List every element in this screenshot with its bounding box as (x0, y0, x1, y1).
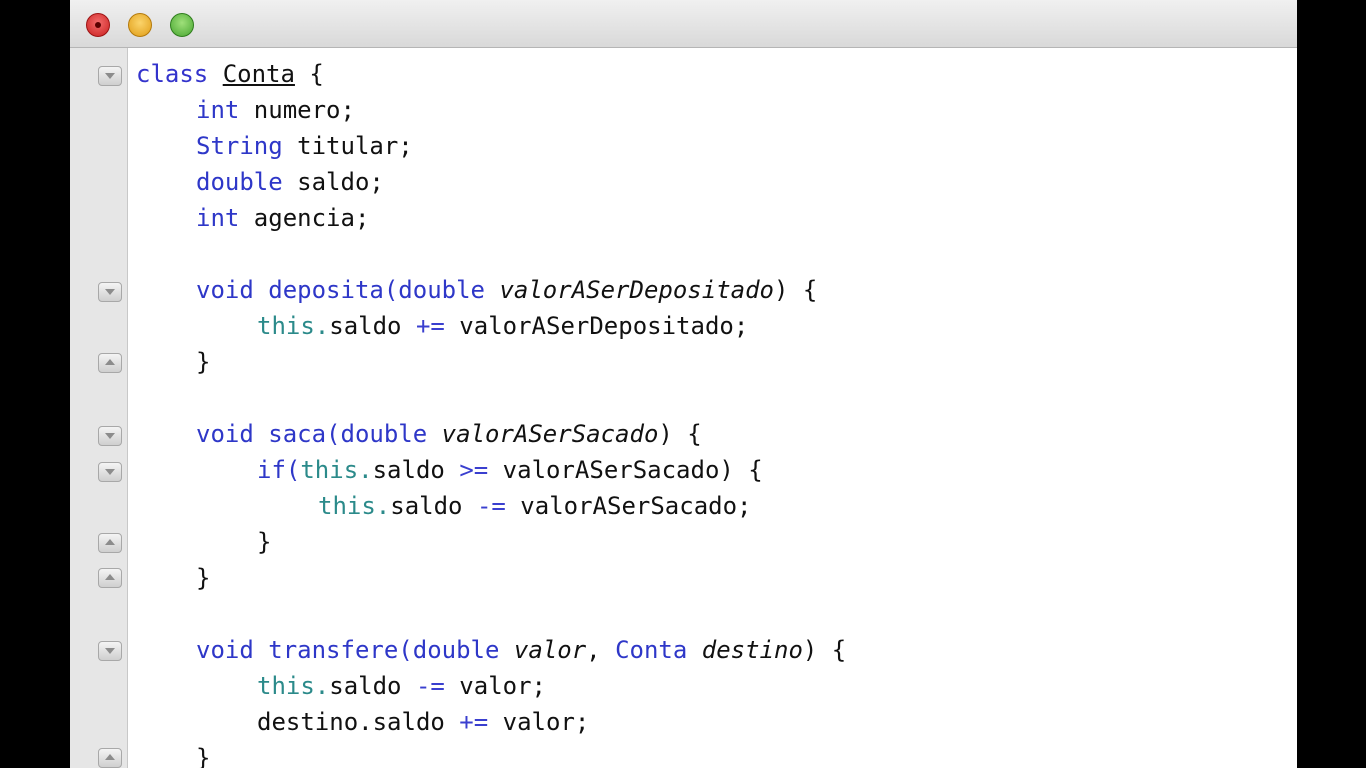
code-line: double saldo; (196, 164, 384, 200)
code-text: saldo (329, 312, 416, 340)
title-bar (70, 0, 1297, 48)
parameter: valorASerSacado (427, 420, 659, 448)
zoom-button[interactable] (170, 13, 194, 37)
code-text: } (196, 744, 211, 768)
keyword: double (340, 420, 428, 448)
unfold-toggle-icon[interactable] (98, 568, 122, 588)
code-line: this.saldo -= valorASerSacado; (318, 488, 752, 524)
operator: -= (476, 492, 506, 520)
code-text: saldo; (282, 168, 384, 196)
keyword: void (196, 636, 254, 664)
method-name: transfere( (253, 636, 413, 664)
code-line: String titular; (196, 128, 413, 164)
code-text: agencia; (239, 204, 370, 232)
code-line: class Conta { (136, 56, 324, 92)
keyword: int (196, 96, 240, 124)
keyword: void (196, 276, 254, 304)
unfold-toggle-icon[interactable] (98, 533, 122, 553)
line-gutter (70, 48, 128, 768)
code-line: void deposita(double valorASerDepositado… (196, 272, 817, 308)
type-name: Conta (615, 636, 688, 664)
keyword: if( (257, 456, 301, 484)
parameter: valorASerDepositado (485, 276, 774, 304)
keyword: double (196, 168, 283, 196)
keyword: class (136, 60, 209, 88)
keyword: double (398, 276, 485, 304)
code-text: { (294, 60, 324, 88)
class-name: Conta (222, 60, 295, 88)
code-text: } (196, 348, 211, 376)
fold-toggle-icon[interactable] (98, 66, 122, 86)
code-text: } (196, 564, 211, 592)
code-line: void saca(double valorASerSacado) { (196, 416, 702, 452)
unfold-toggle-icon[interactable] (98, 748, 122, 768)
keyword: int (196, 204, 240, 232)
this-keyword: this. (257, 312, 330, 340)
keyword: void (196, 420, 254, 448)
operator: += (459, 708, 489, 736)
code-line: if(this.saldo >= valorASerSacado) { (257, 452, 763, 488)
code-text: valor; (488, 708, 590, 736)
parameter: destino (687, 636, 803, 664)
this-keyword: this. (300, 456, 373, 484)
code-text: valorASerSacado) { (488, 456, 763, 484)
code-text: ) { (802, 636, 847, 664)
code-line: } (196, 344, 210, 380)
editor-window: class Conta { int numero; String titular… (70, 0, 1297, 768)
code-text: valor; (444, 672, 547, 700)
close-button[interactable] (86, 13, 110, 37)
code-text: numero; (239, 96, 355, 124)
code-line: int numero; (196, 92, 355, 128)
code-text: valorASerDepositado; (444, 312, 749, 340)
keyword: String (196, 132, 283, 160)
code-line: } (196, 560, 210, 596)
fold-toggle-icon[interactable] (98, 641, 122, 661)
keyword: double (412, 636, 500, 664)
code-text: ) { (658, 420, 702, 448)
code-text: saldo (329, 672, 416, 700)
code-text: destino.saldo (257, 708, 460, 736)
code-text: saldo (372, 456, 460, 484)
code-line: this.saldo -= valor; (257, 668, 546, 704)
minimize-button[interactable] (128, 13, 152, 37)
this-keyword: this. (318, 492, 391, 520)
code-line: void transfere(double valor, Conta desti… (196, 632, 846, 668)
code-text: saldo (390, 492, 477, 520)
fold-toggle-icon[interactable] (98, 426, 122, 446)
code-text: titular; (282, 132, 413, 160)
code-line: } (196, 740, 210, 768)
code-text: ) { (773, 276, 818, 304)
operator: >= (459, 456, 489, 484)
method-name: deposita( (253, 276, 399, 304)
fold-toggle-icon[interactable] (98, 462, 122, 482)
method-name: saca( (253, 420, 341, 448)
code-line: int agencia; (196, 200, 369, 236)
this-keyword: this. (257, 672, 330, 700)
operator: += (415, 312, 445, 340)
code-line: this.saldo += valorASerDepositado; (257, 308, 748, 344)
code-line: } (257, 524, 271, 560)
code-text: valorASerSacado; (505, 492, 752, 520)
fold-toggle-icon[interactable] (98, 282, 122, 302)
unfold-toggle-icon[interactable] (98, 353, 122, 373)
operator: -= (415, 672, 445, 700)
code-text: } (257, 528, 272, 556)
code-line: destino.saldo += valor; (257, 704, 589, 740)
code-text: , (586, 636, 616, 664)
parameter: valor (499, 636, 587, 664)
